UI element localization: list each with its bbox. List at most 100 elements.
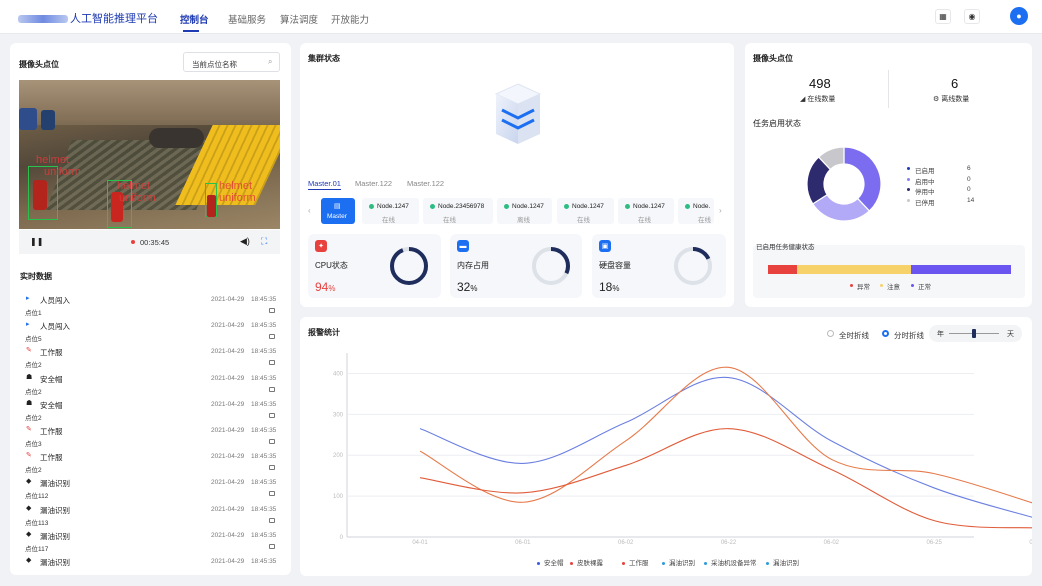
- image-icon[interactable]: [269, 412, 275, 418]
- alarm-legend-item[interactable]: 采油机设备异常: [704, 557, 757, 567]
- node-item[interactable]: Node.1247 在线: [557, 198, 614, 224]
- node-item[interactable]: Node.1247 在线: [618, 198, 674, 224]
- row-date: 2021-04-29: [211, 453, 245, 461]
- node-master[interactable]: ▤ Master: [321, 198, 355, 224]
- image-icon[interactable]: [269, 334, 275, 340]
- node-name: Node.1247: [572, 203, 604, 210]
- alarm-legend-item[interactable]: 安全帽: [537, 557, 564, 567]
- health-legend-dot: [880, 284, 883, 287]
- user-icon: ●: [1016, 11, 1022, 21]
- legend-dot: [907, 167, 910, 170]
- image-icon[interactable]: [269, 386, 275, 392]
- radio-all-time-label[interactable]: 全时折线: [839, 330, 869, 341]
- node-status: 在线: [577, 217, 590, 224]
- online-count: 498: [809, 76, 831, 91]
- legend-name: 已停用: [915, 199, 935, 207]
- image-icon[interactable]: [269, 491, 275, 497]
- app-logo[interactable]: 人工智能推理平台: [18, 10, 158, 26]
- detection-label: uniform: [119, 192, 156, 204]
- y-tick-label: 200: [333, 453, 344, 459]
- legend-label: 采油机设备异常: [711, 560, 757, 567]
- legend-dot-icon: [662, 561, 665, 565]
- y-tick-label: 400: [333, 371, 344, 377]
- row-type-icon: ◆: [26, 557, 32, 564]
- row-title: 工作服: [40, 348, 63, 358]
- series-line-1: [419, 366, 1032, 504]
- health-legend-dot: [850, 284, 853, 287]
- image-icon[interactable]: [269, 517, 275, 523]
- slider-thumb[interactable]: [971, 329, 976, 338]
- legend-label: 漏油识别: [773, 560, 799, 567]
- legend-value: 14: [967, 196, 975, 204]
- disk-icon: ▣: [599, 240, 611, 252]
- image-icon[interactable]: [269, 360, 275, 366]
- node-name: Node.23456978: [438, 203, 485, 210]
- image-icon[interactable]: [269, 543, 275, 549]
- search-icon[interactable]: ⌕: [268, 57, 272, 67]
- image-icon[interactable]: [269, 308, 275, 313]
- row-type-icon: ☗: [26, 399, 33, 407]
- alarm-legend-item[interactable]: 漏油识别: [662, 557, 695, 567]
- alarm-legend-item[interactable]: 工作服: [622, 557, 649, 567]
- nav-console[interactable]: 控制台: [180, 12, 209, 26]
- row-title: 工作服: [40, 427, 63, 436]
- cpu-label: CPU状态: [315, 261, 348, 270]
- y-tick-label: 0: [340, 535, 344, 541]
- radio-split-time-label[interactable]: 分时折线: [894, 330, 924, 341]
- nav-algorithm-schedule[interactable]: 算法调度: [280, 12, 318, 26]
- radio-all-time[interactable]: [827, 330, 834, 337]
- cluster-server-icon: [494, 83, 542, 144]
- detection-label: helmet: [219, 180, 253, 192]
- status-dot: [625, 204, 630, 209]
- alarm-legend-item[interactable]: 皮肤裸露: [570, 557, 603, 567]
- row-type-icon: ▸: [26, 321, 30, 329]
- nav-basic-services[interactable]: 基础服务: [228, 12, 266, 26]
- memory-icon: ▬: [457, 240, 469, 252]
- row-date: 2021-04-29: [211, 348, 245, 356]
- row-type-icon: ✎: [26, 426, 32, 433]
- pause-icon[interactable]: ❚❚: [30, 237, 43, 246]
- video-worker: [33, 180, 47, 210]
- search-placeholder: 当前点位名称: [192, 60, 237, 69]
- legend-dot-icon: [570, 561, 573, 565]
- x-tick-label: 06-22: [721, 540, 737, 546]
- disk-gauge-ring: [674, 247, 712, 285]
- tab-master-01[interactable]: Master.01: [308, 179, 341, 190]
- visibility-button[interactable]: ◉: [964, 9, 980, 24]
- row-date: 2021-04-29: [211, 374, 245, 382]
- camera-video-frame[interactable]: helmet uniform helmet uniform helmet uni…: [19, 80, 280, 229]
- tab-master-122[interactable]: Master.122: [355, 179, 392, 188]
- radio-split-time[interactable]: [882, 330, 889, 337]
- user-avatar[interactable]: ●: [1010, 7, 1028, 25]
- image-icon[interactable]: [269, 465, 275, 471]
- node-item[interactable]: Node.1247 离线: [497, 198, 552, 224]
- task-status-donut: [806, 146, 882, 222]
- chevron-right-icon[interactable]: ›: [719, 206, 722, 215]
- alarm-legend-item[interactable]: 漏油识别: [766, 557, 799, 567]
- fullscreen-icon[interactable]: ⛶: [261, 236, 267, 247]
- grid-view-button[interactable]: ▦: [935, 9, 951, 24]
- nav-open-capability[interactable]: 开放能力: [331, 12, 369, 26]
- legend-name: 停用中: [915, 189, 935, 197]
- video-background-dirt: [19, 80, 280, 125]
- node-item[interactable]: Node. 在线: [678, 198, 714, 224]
- tab-master-122-b[interactable]: Master.122: [407, 179, 444, 188]
- legend-dot: [907, 177, 910, 181]
- row-location: 点位117: [25, 545, 49, 553]
- row-type-icon: ✎: [26, 347, 32, 355]
- row-time: 18:45:35: [251, 479, 277, 487]
- realtime-data-title: 实时数据: [20, 272, 52, 281]
- node-item[interactable]: Node.23456978 在线: [423, 198, 493, 224]
- row-title: 人员闯入: [40, 296, 70, 305]
- health-segment: [911, 265, 1011, 274]
- server-icon: ▤: [334, 203, 341, 210]
- volume-icon[interactable]: ◀): [240, 236, 250, 247]
- row-location: 点位5: [25, 336, 42, 344]
- online-label: ◢ 在线数量: [800, 96, 836, 103]
- detection-label: uniform: [219, 192, 256, 204]
- chevron-left-icon[interactable]: ‹: [308, 206, 311, 215]
- node-item[interactable]: Node.1247 在线: [362, 198, 419, 224]
- legend-label: 工作服: [629, 560, 649, 567]
- location-search-input[interactable]: 当前点位名称 ⌕: [183, 52, 280, 72]
- image-icon[interactable]: [269, 439, 275, 444]
